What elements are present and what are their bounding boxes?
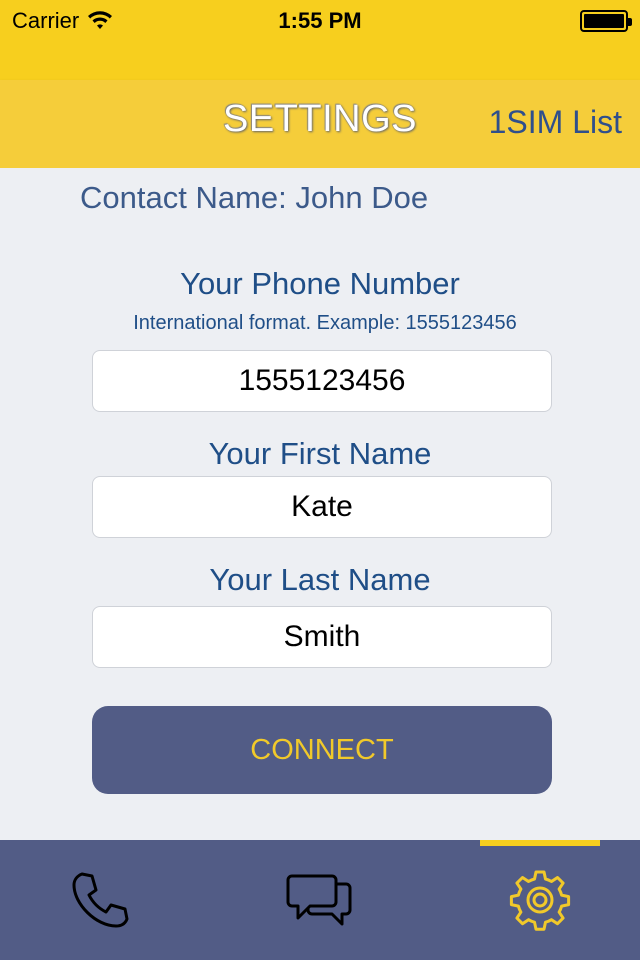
status-bar: Carrier 1:55 PM (0, 0, 640, 80)
tab-settings[interactable] (460, 840, 620, 960)
phone-format-hint: International format. Example: 155512345… (133, 312, 517, 334)
phone-number-label: Your Phone Number (180, 266, 460, 301)
settings-form: Contact Name: John Doe Your Phone Number… (0, 168, 640, 840)
tab-calls[interactable] (20, 840, 180, 960)
phone-number-field[interactable]: 1555123456 (92, 350, 552, 412)
clock: 1:55 PM (278, 8, 362, 33)
contact-name-label: Contact Name: John Doe (80, 180, 429, 215)
sim-list-button[interactable]: 1SIM List (489, 104, 622, 141)
first-name-field[interactable]: Kate (92, 476, 552, 538)
phone-icon (72, 872, 129, 928)
tab-bar (0, 840, 640, 960)
battery-icon (580, 10, 632, 32)
chat-icon (286, 874, 352, 926)
last-name-field[interactable]: Smith (92, 606, 552, 668)
last-name-label: Your Last Name (209, 562, 431, 597)
gear-icon (509, 870, 571, 931)
navigation-bar: SETTINGS 1SIM List (0, 80, 640, 168)
connect-button[interactable]: CONNECT (92, 706, 552, 794)
tab-messages[interactable] (240, 840, 400, 960)
first-name-label: Your First Name (208, 436, 432, 471)
